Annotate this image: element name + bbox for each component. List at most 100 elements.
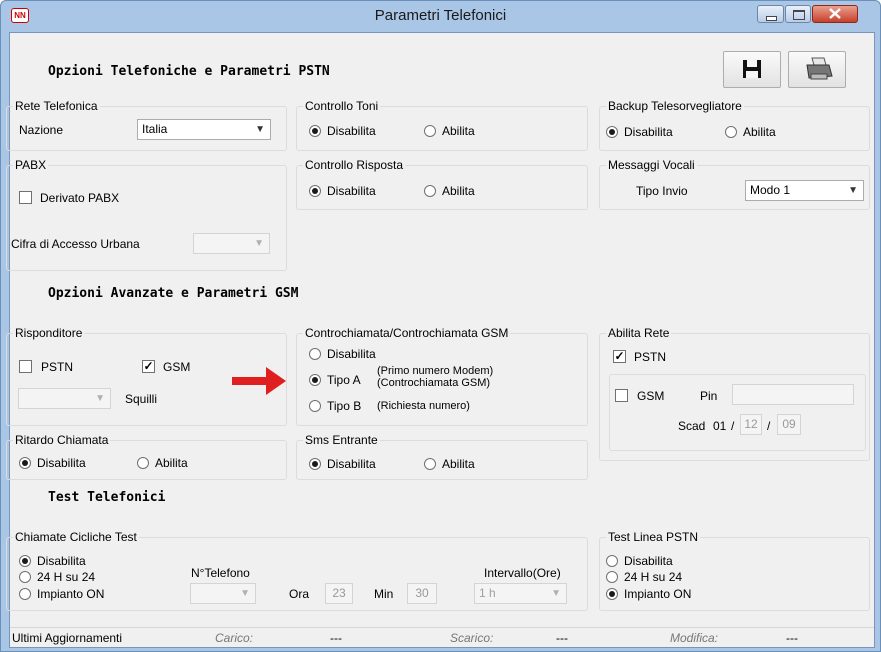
controchiamata-title: Controchiamata/Controchiamata GSM bbox=[303, 326, 511, 340]
test-linea-disabilita-label: Disabilita bbox=[624, 554, 673, 568]
section-title-gsm: Opzioni Avanzate e Parametri GSM bbox=[48, 286, 299, 301]
maximize-icon bbox=[793, 10, 805, 20]
test-linea-title: Test Linea PSTN bbox=[606, 530, 701, 544]
nazione-select[interactable]: Italia ▼ bbox=[137, 119, 271, 140]
intervallo-label: Intervallo(Ore) bbox=[484, 566, 561, 580]
risponditore-pstn-checkbox[interactable] bbox=[19, 360, 32, 373]
controchiamata-group: Controchiamata/Controchiamata GSM Disabi… bbox=[296, 326, 588, 426]
risponditore-gsm-checkbox[interactable]: ✓ bbox=[142, 360, 155, 373]
intervallo-select[interactable]: 1 h ▼ bbox=[474, 583, 567, 604]
abilita-rete-title: Abilita Rete bbox=[606, 326, 672, 340]
nazione-label: Nazione bbox=[19, 123, 64, 137]
ora-label: Ora bbox=[289, 587, 310, 601]
scad-year-input[interactable]: 09 bbox=[777, 414, 801, 435]
nazione-value: Italia bbox=[142, 122, 168, 136]
sms-abilita-radio[interactable] bbox=[424, 458, 436, 470]
test-linea-24h-label: 24 H su 24 bbox=[624, 570, 683, 584]
test-linea-impianto-on-radio[interactable] bbox=[606, 588, 618, 600]
backup-abilita-radio[interactable] bbox=[725, 126, 737, 138]
cicliche-impianto-on-radio[interactable] bbox=[19, 588, 31, 600]
abilita-rete-gsm-checkbox[interactable] bbox=[615, 389, 628, 402]
tipo-a-note-modem: (Primo numero Modem) bbox=[377, 365, 494, 377]
client-area: Opzioni Telefoniche e Parametri PSTN Ret… bbox=[6, 32, 875, 648]
ultimi-aggiornamenti-label: Ultimi Aggiornamenti bbox=[12, 631, 123, 645]
ritardo-disabilita-label: Disabilita bbox=[37, 456, 86, 470]
scarico-label: Scarico: bbox=[450, 631, 494, 645]
test-linea-impianto-on-label: Impianto ON bbox=[624, 587, 692, 601]
tipo-a-note-gsm: (Controchiamata GSM) bbox=[377, 377, 491, 389]
floppy-disk-icon bbox=[743, 60, 761, 78]
abilita-rete-group: Abilita Rete ✓ PSTN GSM Pin Scad 01 / 12… bbox=[599, 326, 870, 461]
modifica-label: Modifica: bbox=[670, 631, 719, 645]
sms-disabilita-radio[interactable] bbox=[309, 458, 321, 470]
test-linea-group: Test Linea PSTN Disabilita 24 H su 24 Im… bbox=[599, 530, 870, 611]
ritardo-chiamata-group: Ritardo Chiamata Disabilita Abilita bbox=[6, 433, 287, 480]
ritardo-abilita-label: Abilita bbox=[155, 456, 188, 470]
chevron-down-icon: ▼ bbox=[240, 588, 250, 599]
ora-input[interactable]: 23 bbox=[325, 583, 353, 604]
modifica-value: --- bbox=[786, 631, 798, 645]
cifra-accesso-select[interactable]: ▼ bbox=[193, 233, 270, 254]
controchiamata-tipo-b-label: Tipo B bbox=[327, 399, 362, 413]
carico-value: --- bbox=[330, 631, 342, 645]
squilli-label: Squilli bbox=[125, 392, 158, 406]
save-button[interactable] bbox=[723, 51, 781, 88]
min-label: Min bbox=[374, 587, 394, 601]
min-input[interactable]: 30 bbox=[407, 583, 437, 604]
telefono-select[interactable]: ▼ bbox=[190, 583, 256, 604]
controllo-risposta-group: Controllo Risposta Disabilita Abilita bbox=[296, 158, 588, 210]
cicliche-disabilita-radio[interactable] bbox=[19, 555, 31, 567]
chiamate-cicliche-group: Chiamate Cicliche Test Disabilita 24 H s… bbox=[6, 530, 588, 611]
controchiamata-tipo-a-label: Tipo A bbox=[327, 373, 361, 387]
minimize-button[interactable] bbox=[757, 5, 784, 23]
backup-disabilita-label: Disabilita bbox=[624, 125, 673, 139]
derivato-pabx-checkbox[interactable] bbox=[19, 191, 32, 204]
pin-input[interactable] bbox=[732, 384, 854, 405]
abilita-rete-pstn-checkbox[interactable]: ✓ bbox=[613, 350, 626, 363]
title-bar[interactable]: NN Parametri Telefonici bbox=[1, 1, 880, 31]
sms-entrante-title: Sms Entrante bbox=[303, 433, 380, 447]
printer-icon bbox=[806, 57, 833, 80]
controllo-toni-disabilita-radio[interactable] bbox=[309, 125, 321, 137]
minimize-icon bbox=[766, 16, 777, 21]
test-linea-disabilita-radio[interactable] bbox=[606, 555, 618, 567]
controllo-toni-abilita-radio[interactable] bbox=[424, 125, 436, 137]
controchiamata-tipo-a-radio[interactable] bbox=[309, 374, 321, 386]
backup-abilita-label: Abilita bbox=[743, 125, 776, 139]
controchiamata-disabilita-radio[interactable] bbox=[309, 348, 321, 360]
maximize-button[interactable] bbox=[785, 5, 811, 23]
close-button[interactable] bbox=[812, 5, 858, 23]
test-linea-24h-radio[interactable] bbox=[606, 571, 618, 583]
controchiamata-tipo-b-radio[interactable] bbox=[309, 400, 321, 412]
carico-label: Carico: bbox=[215, 631, 254, 645]
chevron-down-icon: ▼ bbox=[551, 588, 561, 599]
ritardo-abilita-radio[interactable] bbox=[137, 457, 149, 469]
derivato-pabx-label: Derivato PABX bbox=[40, 191, 120, 205]
squilli-select[interactable]: ▼ bbox=[18, 388, 111, 409]
controllo-risposta-abilita-radio[interactable] bbox=[424, 185, 436, 197]
sms-disabilita-label: Disabilita bbox=[327, 457, 376, 471]
cicliche-24h-radio[interactable] bbox=[19, 571, 31, 583]
backup-title: Backup Telesorvegliatore bbox=[606, 99, 744, 113]
pabx-title: PABX bbox=[13, 158, 49, 172]
sms-entrante-group: Sms Entrante Disabilita Abilita bbox=[296, 433, 588, 480]
section-title-test: Test Telefonici bbox=[48, 490, 166, 505]
scad-month-input[interactable]: 12 bbox=[740, 414, 762, 435]
cicliche-disabilita-label: Disabilita bbox=[37, 554, 86, 568]
print-button[interactable] bbox=[788, 51, 846, 88]
tipo-invio-value: Modo 1 bbox=[750, 183, 791, 197]
backup-disabilita-radio[interactable] bbox=[606, 126, 618, 138]
pin-label: Pin bbox=[700, 389, 718, 403]
scad-label: Scad bbox=[678, 419, 706, 433]
tipo-invio-select[interactable]: Modo 1 ▼ bbox=[745, 180, 864, 201]
sms-abilita-label: Abilita bbox=[442, 457, 475, 471]
controllo-risposta-disabilita-label: Disabilita bbox=[327, 184, 376, 198]
controllo-toni-disabilita-label: Disabilita bbox=[327, 124, 376, 138]
pabx-group: PABX Derivato PABX Cifra di Accesso Urba… bbox=[6, 158, 287, 271]
red-arrow-pointer bbox=[232, 367, 286, 395]
controllo-risposta-disabilita-radio[interactable] bbox=[309, 185, 321, 197]
tipo-b-note: (Richiesta numero) bbox=[377, 400, 470, 412]
risponditore-pstn-label: PSTN bbox=[41, 360, 74, 374]
chevron-down-icon: ▼ bbox=[848, 185, 858, 196]
ritardo-disabilita-radio[interactable] bbox=[19, 457, 31, 469]
